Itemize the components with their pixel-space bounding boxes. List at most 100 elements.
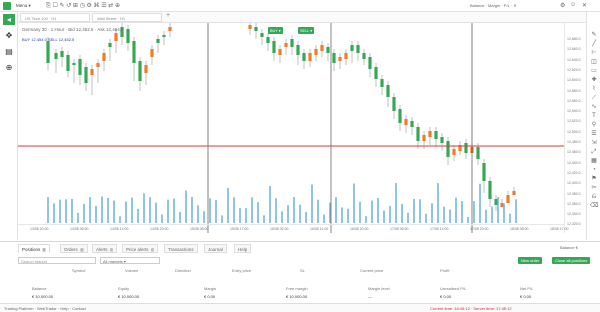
candle-body [66,55,70,71]
candle-body [506,195,510,203]
plus-icon[interactable]: ◂ [3,14,15,25]
price-tick-label: 12,460.0 [567,150,581,155]
zoom-icon[interactable]: ⊕ [3,62,15,73]
candle-body [440,137,444,143]
left-toolbar: ◂ ✥ ▤ ⊕ [0,12,18,240]
buy-button[interactable]: BUY ▾ [268,27,283,34]
add-tab-icon[interactable]: + [166,12,170,19]
drawing-tool-icon[interactable]: ▭ [590,68,598,75]
candle-body [452,149,456,155]
price-tick-label: 12,580.0 [567,88,581,93]
bottom-panel: Positions 0 Orders 0 Alerts 0 Price alerts 0 Tra… [0,241,600,312]
bottom-tab-alerts[interactable]: Alerts 0 [92,244,118,253]
volume-bar [65,199,67,223]
column-header[interactable]: Volume [125,268,138,273]
price-tick-label: 12,520.0 [567,119,581,124]
price-tick-label: 12,560.0 [567,98,581,103]
drawing-tool-icon[interactable]: T [590,113,598,120]
volume-bar [245,208,247,223]
drawing-tool-icon[interactable]: ☰ [590,131,598,138]
close-icon[interactable]: ✕ [582,2,587,9]
volume-bar [419,199,421,223]
candle-body [326,47,330,53]
volume-bar [407,212,409,223]
drawing-tool-icon[interactable]: ✚ [590,77,598,84]
sell-button[interactable]: SELL ▾ [298,27,315,34]
volume-bar [401,203,403,223]
column-header[interactable]: Entry price [232,268,251,273]
volume-bar [305,211,307,223]
candle-body [320,45,324,51]
tab-label: Orders [64,247,78,252]
new-order-button[interactable]: New order [518,257,543,264]
volume-bar [215,200,217,223]
volume-bar [257,202,259,223]
logo [3,2,11,10]
user-icon[interactable]: ☺ [570,2,576,8]
bottom-tab-help[interactable]: Help [234,244,252,253]
drawing-tool-icon[interactable]: ⚑ [590,176,598,183]
drawing-tool-icon[interactable]: ∿ [590,104,598,111]
column-header[interactable]: SL [300,268,305,273]
menu-button[interactable]: Menu ▾ [16,3,31,9]
search-market-input[interactable]: Search market [18,257,96,264]
candle-body [392,97,396,111]
volume-bar [365,216,367,223]
column-header[interactable]: Profit [440,268,449,273]
volume-bar [353,183,355,223]
stat-value: € 10,000.00 [286,294,308,299]
column-header[interactable]: Direction [175,268,191,273]
drawing-tool-icon[interactable]: ✎ [590,32,598,39]
drawing-tool-icon[interactable]: ⇲ [590,140,598,147]
volume-bar [233,197,235,223]
column-header[interactable]: Symbol [72,268,85,273]
drawing-tool-icon[interactable]: ╱ [590,41,598,48]
chart-info: Germany 30 · 1 Hour · Bid 12,452.5 · Ask… [22,27,124,32]
drawing-tool-icon[interactable]: ⚲ [590,122,598,129]
tab-label: Wall Street · H1 [97,16,126,21]
crosshair-icon[interactable]: ✥ [3,30,15,41]
footer-clock: Current time: 18:45:12 · Server time: 17… [430,306,512,311]
volume-bar [227,188,229,223]
toolbar-icons[interactable]: ⎘ ☐ ✎ ↺ ⊞ ◷ ⚙ ⌘ ☰ ⇄ ⊕ [46,2,120,10]
candlesticks [46,23,516,211]
volume-bar [377,198,379,223]
volume-bar [473,201,475,223]
drawing-tool-icon[interactable]: ⌇ [590,86,598,93]
chart-tab-1[interactable]: US Tech 100 · H1 [20,13,90,22]
bottom-tab-price-alerts[interactable]: Price alerts 0 [122,244,159,253]
price-tick-label: 12,360.0 [567,201,581,206]
volume-bar [509,213,511,223]
volume-bar [383,210,385,223]
drawing-tool-icon[interactable]: ◫ [590,59,598,66]
footer-links[interactable]: Trading Platform · WebTrader · Help · Co… [4,306,86,311]
drawing-tool-icon[interactable]: ⎌ [590,194,598,201]
drawing-tool-icon[interactable]: ◔ [590,167,598,174]
drawing-tool-icon[interactable]: ✂ [590,185,598,192]
bottom-tab-transactions[interactable]: Transactions [164,244,198,253]
settings-icon[interactable]: ⚙ [560,2,565,9]
drawing-tool-icon[interactable]: ⌫ [590,203,598,210]
drawing-tool-icon[interactable]: ⟋ [590,95,598,102]
column-header[interactable]: Current price [360,268,383,273]
candle-body [78,59,82,75]
candle-body [308,53,312,61]
time-tick-label: 18/08 08:00 [510,227,529,231]
time-tick-label: 16/08 02:00 [270,227,289,231]
price-tick-label: 12,640.0 [567,57,581,62]
market-filter-select[interactable]: All markets ▾ [100,257,160,264]
bottom-tab-journal[interactable]: Journal [204,244,227,253]
time-tick-label: 18/08 17:00 [550,227,569,231]
close-all-button[interactable]: Close all positions [552,257,591,264]
chart-icon[interactable]: ▤ [3,46,15,57]
bottom-tab-positions[interactable]: Positions 0 [18,244,51,253]
price-chart[interactable] [18,23,564,233]
candle-body [416,127,420,141]
bottom-tab-orders[interactable]: Orders 0 [60,244,88,253]
candle-body [272,41,276,53]
drawing-tool-icon[interactable]: ▦ [590,158,598,165]
volume-bar [269,186,271,223]
drawing-tool-icon[interactable]: ⤢ [590,149,598,156]
chart-tab-2[interactable]: Wall Street · H1 [92,13,162,22]
drawing-tool-icon[interactable]: ⊢ [590,50,598,57]
